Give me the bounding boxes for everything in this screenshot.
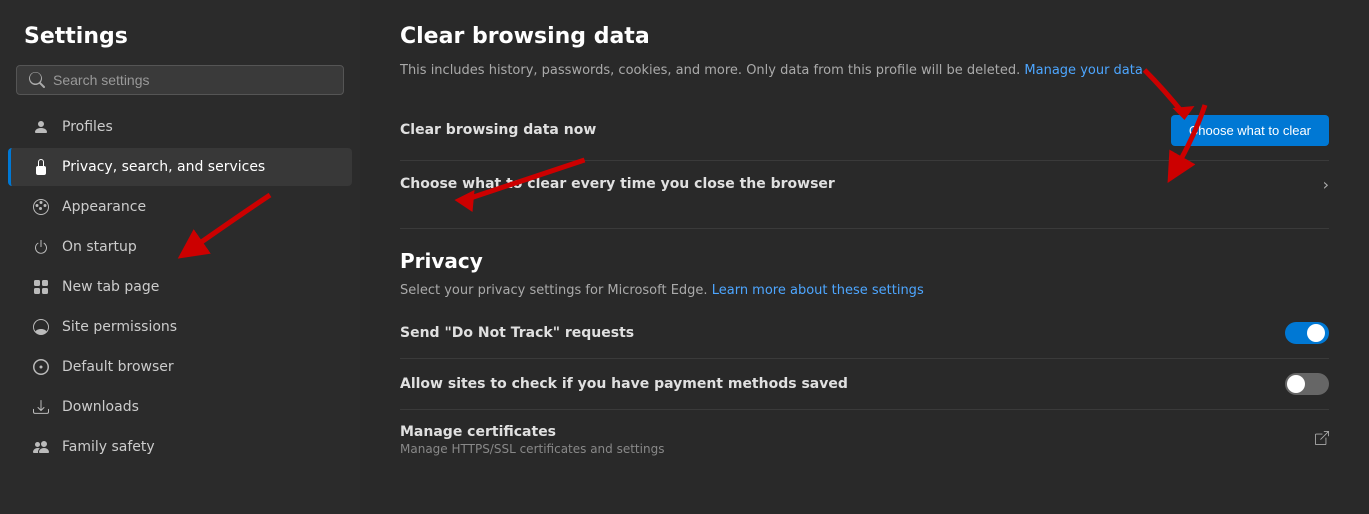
- search-box[interactable]: [16, 65, 344, 95]
- sidebar-item-defaultbrowser[interactable]: Default browser: [8, 348, 352, 386]
- search-icon: [29, 72, 45, 88]
- clear-browsing-description: This includes history, passwords, cookie…: [400, 61, 1329, 81]
- sidebar-label-downloads: Downloads: [62, 399, 139, 415]
- choose-what-to-clear-button[interactable]: Choose what to clear: [1171, 115, 1329, 146]
- external-link-icon: [1315, 431, 1329, 449]
- section-divider: [400, 228, 1329, 229]
- family-icon: [32, 438, 50, 456]
- privacy-title: Privacy: [400, 249, 1329, 273]
- permissions-icon: [32, 318, 50, 336]
- sidebar-label-startup: On startup: [62, 239, 137, 255]
- manage-data-link[interactable]: Manage your data: [1024, 63, 1142, 78]
- clear-every-close-label: Choose what to clear every time you clos…: [400, 176, 1323, 192]
- certificates-label: Manage certificates: [400, 424, 1315, 440]
- privacy-description: Select your privacy settings for Microso…: [400, 281, 1329, 301]
- sidebar-item-downloads[interactable]: Downloads: [8, 388, 352, 426]
- sidebar: Settings Profiles Privacy, search, and s…: [0, 0, 360, 514]
- app-title: Settings: [0, 0, 360, 65]
- certificates-sublabel: Manage HTTPS/SSL certificates and settin…: [400, 442, 1315, 456]
- sidebar-item-profiles[interactable]: Profiles: [8, 108, 352, 146]
- privacy-section: Privacy Select your privacy settings for…: [400, 249, 1329, 471]
- clear-now-row: Clear browsing data now Choose what to c…: [400, 101, 1329, 161]
- sidebar-label-defaultbrowser: Default browser: [62, 359, 174, 375]
- sidebar-item-family[interactable]: Family safety: [8, 428, 352, 466]
- payment-label: Allow sites to check if you have payment…: [400, 376, 1285, 392]
- chevron-right-icon: ›: [1323, 175, 1329, 194]
- clear-every-close-row[interactable]: Choose what to clear every time you clos…: [400, 161, 1329, 208]
- clear-browsing-title: Clear browsing data: [400, 24, 1329, 49]
- dnt-toggle[interactable]: [1285, 322, 1329, 344]
- clear-browsing-section: Clear browsing data This includes histor…: [400, 24, 1329, 208]
- sidebar-label-appearance: Appearance: [62, 199, 146, 215]
- sidebar-item-permissions[interactable]: Site permissions: [8, 308, 352, 346]
- sidebar-label-family: Family safety: [62, 439, 155, 455]
- sidebar-label-permissions: Site permissions: [62, 319, 177, 335]
- appearance-icon: [32, 198, 50, 216]
- payment-toggle[interactable]: [1285, 373, 1329, 395]
- dnt-label: Send "Do Not Track" requests: [400, 325, 1285, 341]
- sidebar-label-profiles: Profiles: [62, 119, 113, 135]
- payment-toggle-knob: [1287, 375, 1305, 393]
- sidebar-item-newtab[interactable]: New tab page: [8, 268, 352, 306]
- clear-now-label: Clear browsing data now: [400, 122, 1171, 138]
- browser-icon: [32, 358, 50, 376]
- sidebar-label-privacy: Privacy, search, and services: [62, 159, 265, 175]
- newtab-icon: [32, 278, 50, 296]
- dnt-toggle-knob: [1307, 324, 1325, 342]
- learn-more-link[interactable]: Learn more about these settings: [712, 283, 924, 298]
- certificates-row[interactable]: Manage certificates Manage HTTPS/SSL cer…: [400, 410, 1329, 470]
- main-content: Clear browsing data This includes histor…: [360, 0, 1369, 514]
- power-icon: [32, 238, 50, 256]
- lock-icon: [32, 158, 50, 176]
- profiles-icon: [32, 118, 50, 136]
- payment-row: Allow sites to check if you have payment…: [400, 359, 1329, 410]
- sidebar-label-newtab: New tab page: [62, 279, 159, 295]
- search-input[interactable]: [53, 72, 331, 88]
- download-icon: [32, 398, 50, 416]
- sidebar-item-privacy[interactable]: Privacy, search, and services: [8, 148, 352, 186]
- dnt-row: Send "Do Not Track" requests: [400, 308, 1329, 359]
- sidebar-item-appearance[interactable]: Appearance: [8, 188, 352, 226]
- sidebar-item-startup[interactable]: On startup: [8, 228, 352, 266]
